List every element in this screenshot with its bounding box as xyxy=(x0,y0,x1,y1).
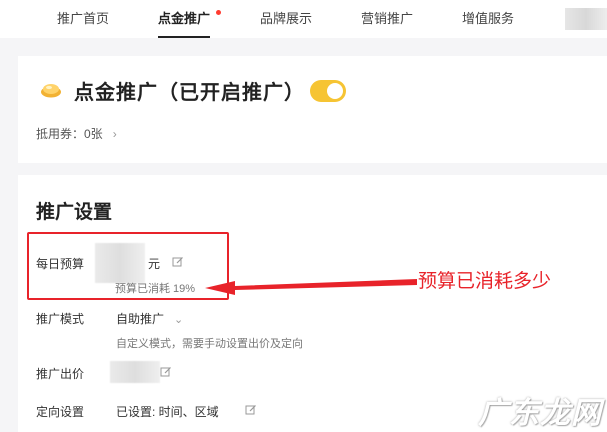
tab-dianjin-promo[interactable]: 点金推广 xyxy=(158,0,211,38)
chevron-down-icon: ⌄ xyxy=(174,314,184,326)
promo-mode-hint: 自定义模式，需要手动设置出价及定向 xyxy=(116,338,303,350)
tab-value-added[interactable]: 增值服务 xyxy=(462,0,514,38)
avatar[interactable] xyxy=(565,8,607,30)
promo-toggle[interactable] xyxy=(310,80,346,102)
chevron-right-icon: › xyxy=(112,127,117,141)
promo-mode-value: 自助推广 xyxy=(116,312,165,326)
tab-brand-display[interactable]: 品牌展示 xyxy=(260,0,312,38)
tab-promo-home[interactable]: 推广首页 xyxy=(57,0,109,38)
settings-title: 推广设置 xyxy=(36,202,113,223)
targeting-value: 已设置: 时间、区域 xyxy=(116,405,219,419)
bid-value-redacted xyxy=(110,361,160,383)
notification-dot xyxy=(216,10,221,15)
gold-coin-icon xyxy=(41,84,61,98)
edit-icon[interactable] xyxy=(245,404,257,416)
budget-highlight-box xyxy=(27,232,229,300)
promo-status-card: 点金推广（已开启推广） 抵用券：0张 › xyxy=(18,56,607,163)
annotation-arrow-icon xyxy=(205,279,417,295)
coupon-label: 抵用券：0张 xyxy=(36,127,103,141)
promo-mode-label: 推广模式 xyxy=(36,312,85,326)
coupon-link[interactable]: 抵用券：0张 › xyxy=(36,125,117,142)
edit-icon[interactable] xyxy=(160,366,172,378)
top-nav: 推广首页 点金推广 品牌展示 营销推广 增值服务 xyxy=(0,0,607,38)
promo-mode-select[interactable]: 自助推广 ⌄ xyxy=(116,310,183,327)
bid-label: 推广出价 xyxy=(36,367,85,381)
targeting-label: 定向设置 xyxy=(36,405,85,419)
watermark: 广东龙网 xyxy=(478,397,602,430)
annotation-text: 预算已消耗多少 xyxy=(418,271,552,292)
tab-marketing-promo[interactable]: 营销推广 xyxy=(361,0,413,38)
promo-title: 点金推广（已开启推广） xyxy=(74,82,305,104)
